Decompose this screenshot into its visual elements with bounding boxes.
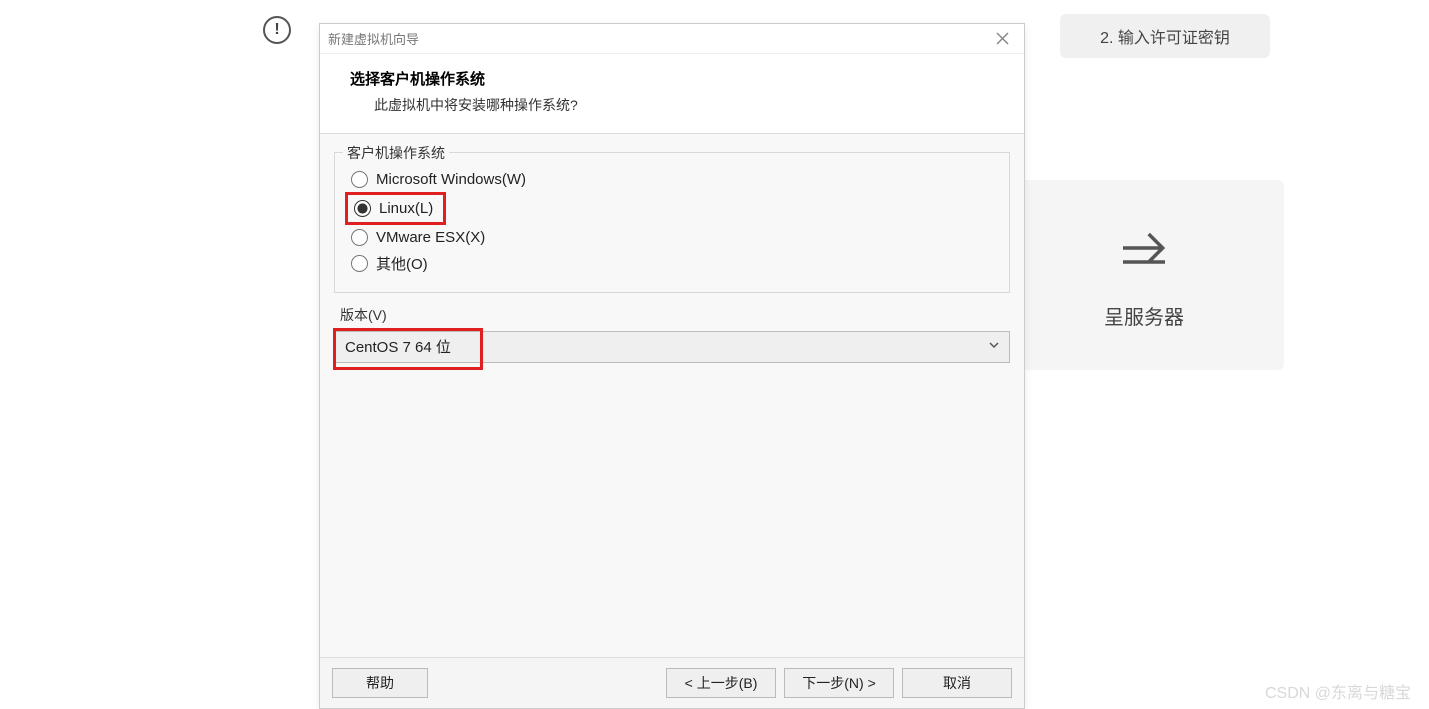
- radio-label: VMware ESX(X): [376, 229, 485, 246]
- version-group: 版本(V) CentOS 7 64 位: [334, 305, 1010, 363]
- radio-vmware-esx[interactable]: [351, 229, 368, 246]
- version-label: 版本(V): [336, 305, 391, 325]
- dialog-footer: 帮助 < 上一步(B) 下一步(N) > 取消: [320, 657, 1024, 708]
- radio-label: Linux(L): [379, 200, 433, 217]
- dialog-title: 新建虚拟机向导: [328, 29, 988, 48]
- dialog-body: 客户机操作系统 Microsoft Windows(W) Linux(L) VM…: [320, 134, 1024, 657]
- guest-os-fieldset: 客户机操作系统 Microsoft Windows(W) Linux(L) VM…: [334, 152, 1010, 293]
- close-icon: [996, 32, 1009, 45]
- watermark: CSDN @东离与糖宝: [1265, 679, 1411, 703]
- os-option-other[interactable]: 其他(O): [347, 250, 997, 277]
- cancel-button[interactable]: 取消: [902, 668, 1012, 698]
- bg-card-label: 呈服务器: [1104, 301, 1184, 330]
- arrow-right-icon: [1116, 220, 1172, 281]
- os-option-vmware-esx[interactable]: VMware ESX(X): [347, 226, 997, 249]
- os-option-linux[interactable]: Linux(L): [350, 197, 437, 220]
- guest-os-legend: 客户机操作系统: [343, 143, 449, 163]
- highlight-linux: Linux(L): [345, 192, 446, 225]
- header-title: 选择客户机操作系统: [350, 68, 994, 89]
- version-select[interactable]: CentOS 7 64 位: [334, 331, 1010, 363]
- new-vm-wizard-dialog: 新建虚拟机向导 选择客户机操作系统 此虚拟机中将安装哪种操作系统? 客户机操作系…: [319, 23, 1025, 709]
- help-button[interactable]: 帮助: [332, 668, 428, 698]
- radio-other[interactable]: [351, 255, 368, 272]
- dialog-header: 选择客户机操作系统 此虚拟机中将安装哪种操作系统?: [320, 54, 1024, 134]
- version-select-wrap: CentOS 7 64 位: [334, 331, 1010, 363]
- bg-license-button[interactable]: 2. 输入许可证密钥: [1060, 14, 1270, 58]
- radio-label: Microsoft Windows(W): [376, 171, 526, 188]
- bg-server-card[interactable]: 呈服务器: [1004, 180, 1284, 370]
- dialog-titlebar: 新建虚拟机向导: [320, 24, 1024, 54]
- header-subtitle: 此虚拟机中将安装哪种操作系统?: [350, 95, 994, 115]
- radio-linux[interactable]: [354, 200, 371, 217]
- next-button[interactable]: 下一步(N) >: [784, 668, 894, 698]
- os-option-windows[interactable]: Microsoft Windows(W): [347, 168, 997, 191]
- radio-label: 其他(O): [376, 253, 428, 274]
- close-button[interactable]: [988, 28, 1016, 50]
- warning-icon: !: [263, 16, 291, 44]
- back-button[interactable]: < 上一步(B): [666, 668, 776, 698]
- radio-windows[interactable]: [351, 171, 368, 188]
